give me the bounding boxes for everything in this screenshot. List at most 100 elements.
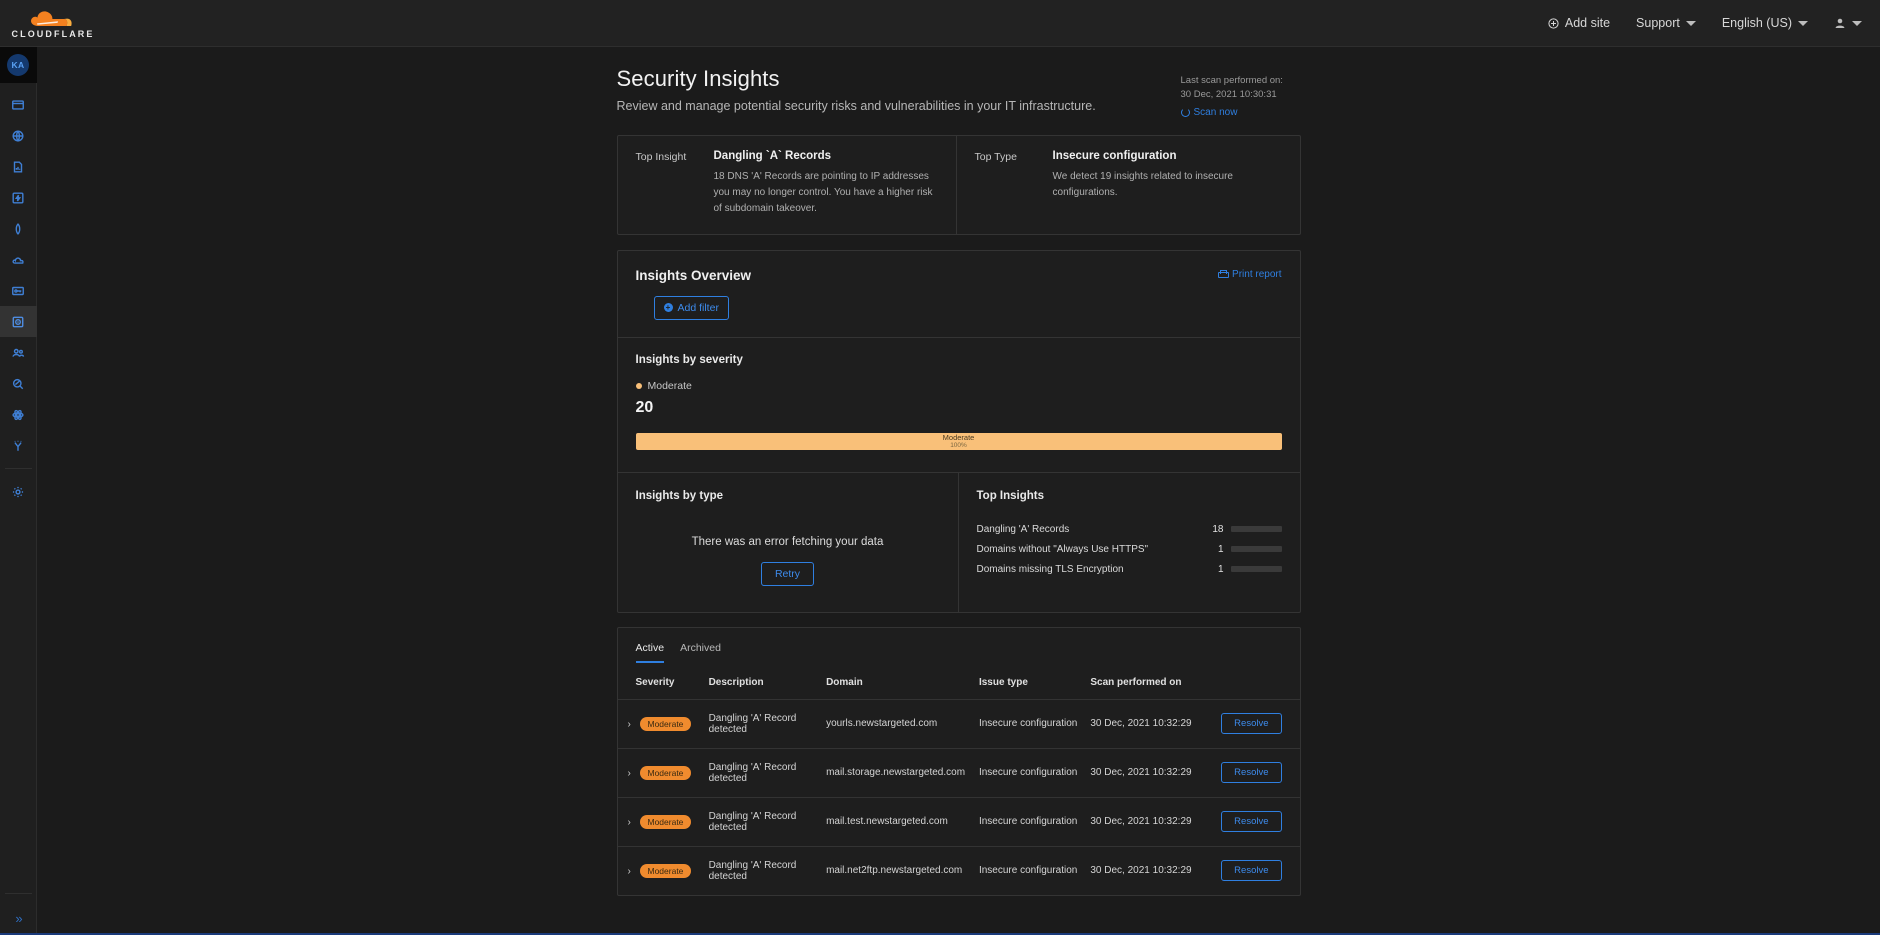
plus-circle-icon: +: [663, 303, 673, 313]
severity-bar[interactable]: Moderate 100%: [635, 432, 1282, 450]
cell-issue-type: Insecure configuration: [972, 845, 1085, 895]
sidebar-item-network[interactable]: [0, 399, 37, 430]
top-bar: CLOUDFLARE Add site Support English (US): [0, 0, 1880, 47]
sidebar-item-radar[interactable]: [0, 368, 37, 399]
sidebar-item-websites[interactable]: [0, 89, 37, 120]
column-header-description: Description: [708, 676, 764, 688]
avatar: KA: [7, 54, 29, 76]
by-type-error-block: There was an error fetching your data Re…: [636, 536, 940, 586]
scan-now-button[interactable]: Scan now: [1180, 106, 1301, 118]
sidebar-item-access[interactable]: [0, 275, 37, 306]
sidebar-footer: »: [0, 886, 36, 935]
column-header-severity: Severity: [635, 676, 675, 688]
table-tabs: Active Archived: [618, 628, 1300, 663]
by-type-title: Insights by type: [635, 489, 724, 502]
users-icon: [12, 348, 25, 357]
cell-severity: › Moderate: [617, 747, 703, 798]
expand-row-icon[interactable]: ›: [628, 866, 640, 877]
top-insight-body: Dangling `A` Records 18 DNS 'A' Records …: [714, 150, 940, 218]
cell-description: Dangling 'A' Record detected: [702, 747, 821, 798]
table-row[interactable]: › Moderate Dangling 'A' Record detected mai…: [617, 845, 1300, 895]
document-chart-icon: [13, 160, 23, 173]
sidebar-item-teams[interactable]: [0, 337, 37, 368]
top-insight-bar-track: [1230, 526, 1282, 533]
atom-icon: [12, 409, 24, 420]
table-row[interactable]: › Moderate Dangling 'A' Record detected mai…: [617, 747, 1300, 798]
page-container: Security Insights Review and manage pote…: [616, 47, 1301, 896]
cloudflare-wordmark: CLOUDFLARE: [11, 28, 95, 39]
insights-by-type-section: Insights by type There was an error fetc…: [618, 472, 959, 612]
sidebar-expand-button[interactable]: »: [0, 901, 37, 935]
shield-scan-icon: [12, 316, 24, 327]
table-row[interactable]: › Moderate Dangling 'A' Record detected you…: [617, 698, 1300, 749]
print-report-label: Print report: [1232, 268, 1282, 280]
add-site-label: Add site: [1564, 16, 1611, 30]
severity-section-title: Insights by severity: [635, 353, 743, 366]
severity-legend: Moderate: [635, 379, 1282, 392]
cell-description: Dangling 'A' Record detected: [702, 845, 821, 895]
cloudflare-logo[interactable]: CLOUDFLARE: [11, 8, 95, 39]
tab-active[interactable]: Active: [635, 642, 665, 663]
lightning-box-icon: [12, 191, 24, 204]
top-insights-chart: Dangling 'A' Records 18 Domains without "A…: [977, 524, 1282, 575]
sidebar-item-stream[interactable]: [0, 213, 37, 244]
print-report-button[interactable]: Print report: [1218, 268, 1282, 280]
severity-bar-percent: 100%: [950, 441, 967, 449]
cell-scan-performed-on: 30 Dec, 2021 10:32:29: [1084, 698, 1215, 749]
top-type-title: Insecure configuration: [1052, 150, 1177, 162]
sidebar-item-workers[interactable]: [0, 182, 37, 213]
cell-description: Dangling 'A' Record detected: [702, 698, 821, 749]
sidebar-item-security-center[interactable]: [0, 306, 37, 337]
expand-row-icon[interactable]: ›: [628, 719, 640, 730]
sidebar-item-dns[interactable]: [0, 120, 37, 151]
chevron-down-icon: [1798, 20, 1808, 26]
sidebar-item-settings[interactable]: [0, 476, 37, 507]
insights-table: Severity Description Domain Issue type Scan …: [617, 663, 1300, 895]
severity-legend-label: Moderate: [647, 379, 692, 392]
language-menu[interactable]: English (US): [1722, 16, 1808, 30]
top-insight-row: Domains missing TLS Encryption 1: [977, 564, 1282, 575]
cell-domain: mail.storage.newstargeted.com: [820, 747, 973, 798]
diamond-icon: [15, 222, 21, 235]
support-menu[interactable]: Support: [1636, 16, 1696, 30]
browser-window-icon: [12, 99, 24, 110]
top-type-panel: Top Type Insecure configuration We detec…: [957, 136, 1300, 234]
add-filter-label: Add filter: [677, 301, 719, 314]
account-menu[interactable]: [1834, 17, 1862, 29]
cell-severity: › Moderate: [617, 796, 703, 847]
insights-table-card: Active Archived Severity Description Domain…: [616, 626, 1301, 896]
cell-actions: Resolve: [1214, 796, 1300, 847]
top-insight-bar-track: [1230, 566, 1282, 573]
status-badge: Moderate: [639, 863, 692, 878]
resolve-button[interactable]: Resolve: [1221, 860, 1282, 882]
top-type-body: Insecure configuration We detect 19 insi…: [1053, 150, 1284, 218]
user-icon: [1835, 18, 1845, 28]
top-insight-description: 18 DNS 'A' Records are pointing to IP ad…: [713, 171, 933, 215]
top-insight-name: Domains missing TLS Encryption: [976, 563, 1124, 575]
sidebar-divider: [4, 468, 32, 469]
table-row[interactable]: › Moderate Dangling 'A' Record detected mai…: [617, 796, 1300, 847]
resolve-button[interactable]: Resolve: [1221, 713, 1282, 735]
tab-archived[interactable]: Archived: [680, 642, 721, 663]
scan-now-label: Scan now: [1193, 106, 1238, 118]
chevron-down-icon: [1852, 20, 1862, 26]
retry-button[interactable]: Retry: [760, 561, 815, 586]
cell-scan-performed-on: 30 Dec, 2021 10:32:29: [1084, 747, 1215, 798]
top-insight-title: Dangling `A` Records: [713, 150, 832, 162]
globe-icon: [12, 129, 24, 142]
sidebar-item-trace[interactable]: [0, 430, 37, 461]
status-badge: Moderate: [639, 814, 692, 829]
gear-icon: [12, 486, 24, 497]
sidebar-item-cloud[interactable]: [0, 244, 37, 275]
expand-row-icon[interactable]: ›: [628, 768, 640, 779]
resolve-button[interactable]: Resolve: [1221, 762, 1282, 784]
add-site-button[interactable]: Add site: [1548, 16, 1610, 30]
expand-row-icon[interactable]: ›: [628, 817, 640, 828]
add-filter-button[interactable]: + Add filter: [653, 295, 729, 320]
resolve-button[interactable]: Resolve: [1221, 811, 1282, 833]
cell-domain: mail.net2ftp.newstargeted.com: [820, 845, 973, 895]
avatar-container[interactable]: KA: [0, 47, 37, 83]
sidebar-item-analytics[interactable]: [0, 151, 37, 182]
top-type-label: Top Type: [974, 151, 1017, 163]
top-insight-value: 18: [1212, 523, 1224, 535]
